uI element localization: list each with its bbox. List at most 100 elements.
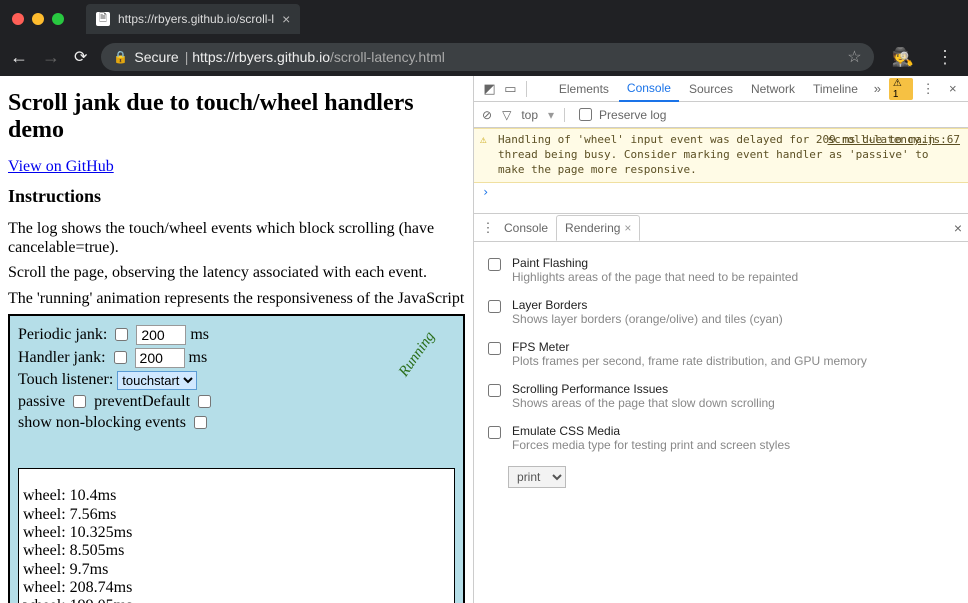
handler-jank-input[interactable]	[135, 348, 185, 368]
touch-listener-select[interactable]: touchstart	[117, 371, 197, 390]
bookmark-star-icon[interactable]: ☆	[847, 47, 861, 67]
layer-borders-desc: Shows layer borders (orange/olive) and t…	[512, 312, 783, 326]
tab-network[interactable]: Network	[743, 77, 803, 101]
handler-jank-label: Handler jank:	[18, 349, 106, 367]
devtools-drawer: ⋮ Console Rendering× × Paint Flashing Hi…	[474, 213, 968, 603]
clear-console-icon[interactable]: ⊘	[482, 108, 492, 122]
drawer-tab-console[interactable]: Console	[496, 216, 556, 240]
drawer-menu-icon[interactable]: ⋮	[480, 220, 496, 236]
prevent-default-label: preventDefault	[94, 393, 190, 411]
window-minimize-button[interactable]	[32, 13, 44, 25]
window-zoom-button[interactable]	[52, 13, 64, 25]
browser-tab[interactable]: 🗎 https://rbyers.github.io/scroll-l ×	[86, 4, 300, 34]
handler-jank-unit: ms	[189, 349, 208, 367]
filter-icon[interactable]: ▽	[502, 108, 511, 122]
lock-icon: 🔒	[113, 50, 128, 64]
tab-console[interactable]: Console	[619, 76, 679, 102]
devtools-close-icon[interactable]: ×	[943, 81, 962, 96]
drawer-tab-rendering[interactable]: Rendering×	[556, 215, 640, 241]
emulate-css-desc: Forces media type for testing print and …	[512, 438, 790, 452]
more-tabs-icon[interactable]: »	[868, 81, 887, 96]
event-log[interactable]: wheel: 10.4ms wheel: 7.56ms wheel: 10.32…	[18, 468, 455, 603]
log-entry: wheel: 199.05ms	[23, 597, 450, 603]
drawer-close-icon[interactable]: ×	[954, 220, 962, 236]
log-entry: wheel: 10.4ms	[23, 487, 450, 505]
tab-elements[interactable]: Elements	[551, 77, 617, 101]
devtools-menu-icon[interactable]: ⋮	[919, 81, 938, 97]
address-bar: ← → ⟳ 🔒 Secure | https://rbyers.github.i…	[0, 38, 968, 76]
preserve-log-checkbox[interactable]	[579, 108, 592, 121]
periodic-jank-checkbox[interactable]	[115, 328, 128, 341]
paint-flashing-desc: Highlights areas of the page that need t…	[512, 270, 798, 284]
github-link[interactable]: View on GitHub	[8, 158, 114, 175]
control-panel: Running Periodic jank: ms Handler jank: …	[8, 314, 465, 603]
preserve-log-label: Preserve log	[599, 108, 666, 122]
back-button[interactable]: ←	[10, 47, 28, 68]
instructions-heading: Instructions	[8, 186, 465, 207]
periodic-jank-input[interactable]	[136, 325, 186, 345]
titlebar: 🗎 https://rbyers.github.io/scroll-l ×	[0, 0, 968, 38]
emulate-css-label: Emulate CSS Media	[512, 424, 790, 438]
touch-listener-label: Touch listener:	[18, 371, 113, 389]
page-title: Scroll jank due to touch/wheel handlers …	[8, 90, 465, 144]
console-prompt[interactable]: ›	[474, 183, 968, 201]
fps-meter-checkbox[interactable]	[488, 342, 501, 355]
scroll-perf-checkbox[interactable]	[488, 384, 501, 397]
layer-borders-checkbox[interactable]	[488, 300, 501, 313]
browser-chrome: 🗎 https://rbyers.github.io/scroll-l × ← …	[0, 0, 968, 76]
nonblocking-checkbox[interactable]	[194, 416, 207, 429]
instructions-p1: The log shows the touch/wheel events whi…	[8, 219, 465, 257]
layer-borders-label: Layer Borders	[512, 298, 783, 312]
css-media-select[interactable]: print	[508, 466, 566, 488]
devtools-panel: ◩ ▭ Elements Console Sources Network Tim…	[473, 76, 968, 603]
devtools-tabbar: ◩ ▭ Elements Console Sources Network Tim…	[474, 76, 968, 102]
prevent-default-checkbox[interactable]	[198, 395, 211, 408]
url-path: /scroll-latency.html	[330, 49, 445, 65]
forward-button[interactable]: →	[42, 47, 60, 68]
url-host: https://rbyers.github.io	[192, 49, 330, 65]
log-entry: wheel: 8.505ms	[23, 542, 450, 560]
passive-label: passive	[18, 393, 65, 411]
handler-jank-checkbox[interactable]	[114, 351, 127, 364]
warning-count-badge[interactable]: ⚠ 1	[889, 78, 913, 100]
window-close-button[interactable]	[12, 13, 24, 25]
fps-meter-label: FPS Meter	[512, 340, 867, 354]
fps-meter-desc: Plots frames per second, frame rate dist…	[512, 354, 867, 368]
console-warning[interactable]: scroll-latency.js:67 Handling of 'wheel'…	[474, 128, 968, 183]
console-toolbar: ⊘ ▽ top ▾ Preserve log	[474, 102, 968, 128]
close-icon[interactable]: ×	[624, 221, 631, 235]
instructions-p2: Scroll the page, observing the latency a…	[8, 263, 465, 282]
drawer-tabbar: ⋮ Console Rendering× ×	[474, 214, 968, 242]
log-entry: wheel: 10.325ms	[23, 524, 450, 542]
log-entry: wheel: 208.74ms	[23, 579, 450, 597]
reload-button[interactable]: ⟳	[74, 47, 87, 67]
paint-flashing-label: Paint Flashing	[512, 256, 798, 270]
omnibox[interactable]: 🔒 Secure | https://rbyers.github.io/scro…	[101, 43, 873, 71]
separator	[564, 108, 565, 122]
favicon-icon: 🗎	[96, 12, 110, 26]
log-entry: wheel: 9.7ms	[23, 561, 450, 579]
periodic-jank-label: Periodic jank:	[18, 326, 107, 344]
tab-sources[interactable]: Sources	[681, 77, 741, 101]
separator	[526, 81, 545, 97]
log-entry: wheel: 7.56ms	[23, 506, 450, 524]
paint-flashing-checkbox[interactable]	[488, 258, 501, 271]
instructions-p3: The 'running' animation represents the r…	[8, 289, 465, 308]
page-content: Scroll jank due to touch/wheel handlers …	[0, 76, 473, 603]
tab-title: https://rbyers.github.io/scroll-l	[118, 12, 274, 26]
console-source-link[interactable]: scroll-latency.js:67	[828, 133, 960, 148]
device-toolbar-icon[interactable]: ▭	[501, 81, 520, 97]
context-caret-icon[interactable]: ▾	[548, 108, 554, 122]
periodic-jank-unit: ms	[190, 326, 209, 344]
emulate-css-checkbox[interactable]	[488, 426, 501, 439]
tab-close-icon[interactable]: ×	[282, 11, 290, 27]
passive-checkbox[interactable]	[73, 395, 86, 408]
scroll-perf-desc: Shows areas of the page that slow down s…	[512, 396, 775, 410]
context-selector[interactable]: top	[521, 108, 538, 122]
tab-timeline[interactable]: Timeline	[805, 77, 866, 101]
incognito-icon: 🕵	[892, 47, 914, 68]
scroll-perf-label: Scrolling Performance Issues	[512, 382, 775, 396]
inspect-element-icon[interactable]: ◩	[480, 81, 499, 97]
secure-label: Secure	[134, 49, 178, 65]
chrome-menu-icon[interactable]: ⋮	[936, 47, 954, 68]
